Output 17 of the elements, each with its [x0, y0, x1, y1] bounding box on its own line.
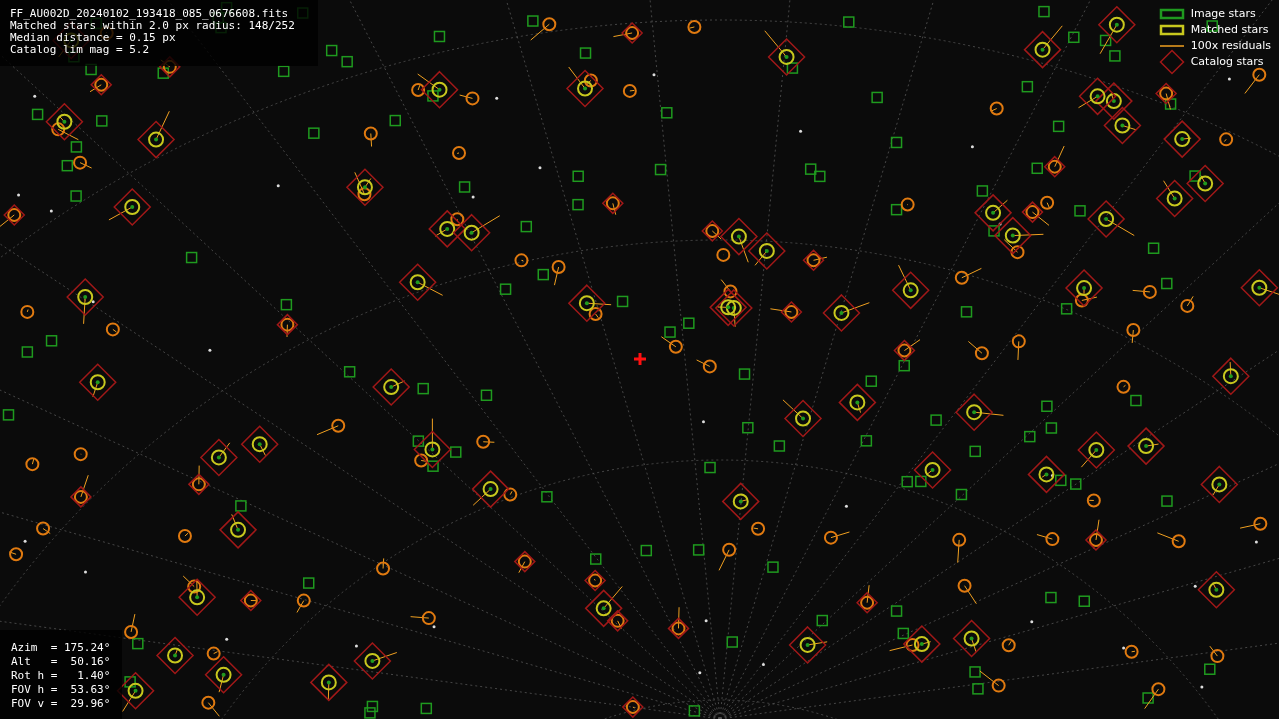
square-marker-icon [1158, 8, 1185, 20]
pointing-text: Alt = 50.16° [11, 655, 112, 669]
pointing-text: FOV v = 29.96° [11, 697, 112, 711]
legend-label: Matched stars [1190, 21, 1269, 38]
info-text: FF_AU002D_20240102_193418_085_0676608.fits [10, 8, 290, 20]
cross-icon [634, 353, 646, 365]
rectangle-marker-icon [1158, 24, 1185, 36]
legend-label: Image stars [1190, 5, 1256, 22]
info-text: Catalog lim mag = 5.2 [10, 44, 151, 56]
info-text: Median distance = 0.15 px [10, 32, 177, 44]
legend-label: Catalog stars [1190, 53, 1264, 70]
legend-label: 100x residuals [1190, 37, 1271, 54]
pointing-text: FOV h = 53.63° [11, 683, 112, 697]
info-text: Matched stars within 2.0 px radius: 148/252 [10, 20, 296, 32]
pointing-text: Azim = 175.24° [11, 641, 112, 655]
pointing-text: Rot h = 1.40° [11, 669, 112, 683]
line-marker-icon [1158, 44, 1185, 48]
